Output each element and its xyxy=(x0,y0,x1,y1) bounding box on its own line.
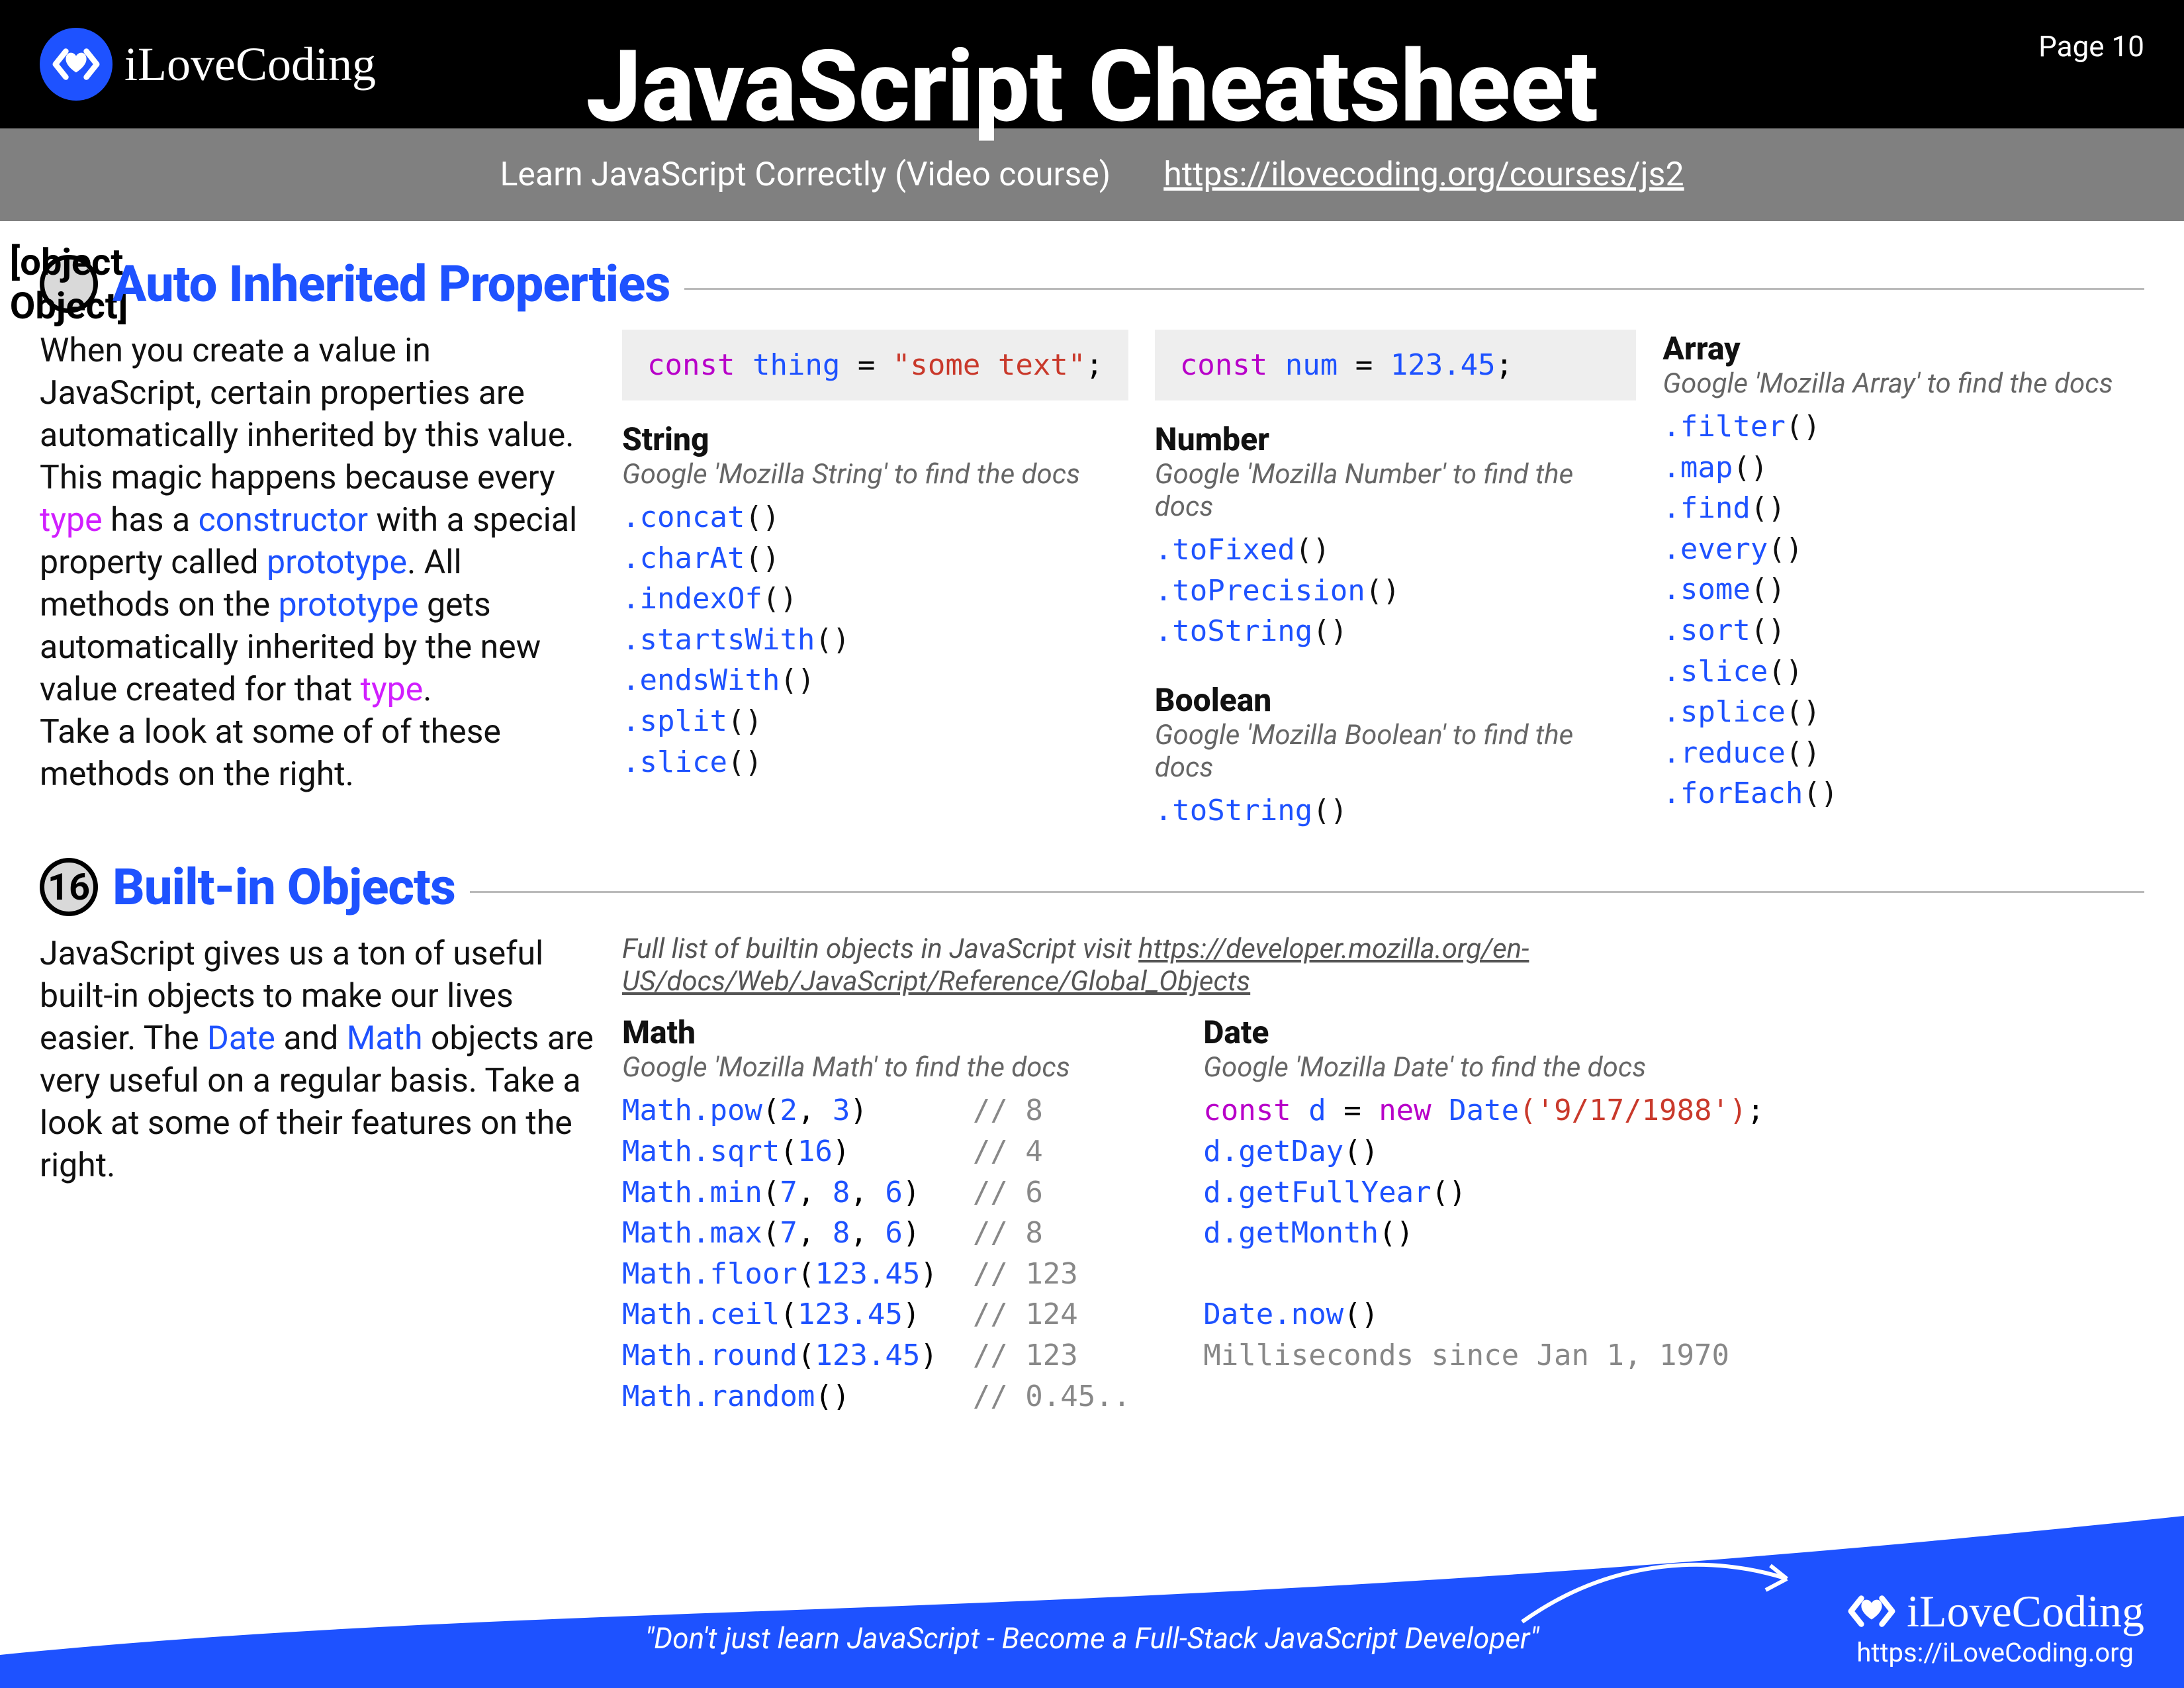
math-heading: Math xyxy=(622,1013,1130,1051)
section-16: 16 Built-in Objects JavaScript gives us … xyxy=(40,857,2144,1417)
course-link[interactable]: https://ilovecoding.org/courses/js2 xyxy=(1163,156,1684,194)
number-boolean-column: const num = 123.45; Number Google 'Mozil… xyxy=(1155,330,1637,831)
logo-icon xyxy=(40,28,113,101)
section-15-intro: When you create a value in JavaScript, c… xyxy=(40,330,596,831)
section-rule-16 xyxy=(470,891,2144,893)
footer-brand: iLoveCoding https://iLoveCoding.org xyxy=(1846,1585,2144,1668)
boolean-subheading: Google 'Mozilla Boolean' to find the doc… xyxy=(1155,719,1637,784)
logo-icon-footer xyxy=(1846,1585,1897,1637)
header-bar: iLoveCoding JavaScript Cheatsheet Page 1… xyxy=(0,0,2184,128)
boolean-heading: Boolean xyxy=(1155,681,1637,719)
footer-tagline: "Don't just learn JavaScript - Become a … xyxy=(645,1621,1539,1656)
keyword-constructor: constructor xyxy=(199,501,368,539)
math-column: Math Google 'Mozilla Math' to find the d… xyxy=(622,1013,1130,1417)
string-methods: .concat().charAt().indexOf().startsWith(… xyxy=(622,497,1128,782)
brand-name: iLoveCoding xyxy=(124,40,376,88)
content-area: [object Object] Auto Inherited Propertie… xyxy=(0,221,2184,1417)
array-column: Array Google 'Mozilla Array' to find the… xyxy=(1662,330,2144,831)
page-title: JavaScript Cheatsheet xyxy=(586,37,1598,136)
boolean-methods: .toString() xyxy=(1155,790,1637,831)
section-rule xyxy=(684,288,2144,290)
page-number: Page 10 xyxy=(2038,29,2144,64)
array-methods: .filter().map().find().every().some().so… xyxy=(1662,406,2144,814)
number-code-sample: const num = 123.45; xyxy=(1155,330,1637,400)
keyword-date: Date xyxy=(207,1019,275,1058)
section-15-header: [object Object] Auto Inherited Propertie… xyxy=(40,254,2144,314)
date-column: Date Google 'Mozilla Date' to find the d… xyxy=(1203,1013,1764,1417)
keyword-prototype: prototype xyxy=(267,543,407,582)
brand-lockup: iLoveCoding xyxy=(40,28,376,101)
section-16-body: JavaScript gives us a ton of useful buil… xyxy=(40,933,2144,1417)
number-methods: .toFixed().toPrecision().toString() xyxy=(1155,530,1637,652)
date-heading: Date xyxy=(1203,1013,1764,1051)
section-16-intro: JavaScript gives us a ton of useful buil… xyxy=(40,933,596,1417)
keyword-type: type xyxy=(40,501,103,539)
section-16-right: Full list of builtin objects in JavaScri… xyxy=(622,933,2144,1417)
builtin-full-list-note: Full list of builtin objects in JavaScri… xyxy=(622,933,2144,998)
footer-brand-name: iLoveCoding xyxy=(1907,1589,2144,1634)
array-subheading: Google 'Mozilla Array' to find the docs xyxy=(1662,367,2144,400)
date-subheading: Google 'Mozilla Date' to find the docs xyxy=(1203,1051,1764,1084)
section-15-title: Auto Inherited Properties xyxy=(113,254,670,314)
math-code-lines: Math.pow(2, 3) // 8 Math.sqrt(16) // 4 M… xyxy=(622,1090,1130,1417)
section-15-columns: const thing = "some text"; String Google… xyxy=(622,330,2144,831)
footer: "Don't just learn JavaScript - Become a … xyxy=(0,1516,2184,1688)
section-number-badge-16: 16 xyxy=(40,858,98,916)
math-subheading: Google 'Mozilla Math' to find the docs xyxy=(622,1051,1130,1084)
keyword-type-2: type xyxy=(361,671,424,709)
string-column: const thing = "some text"; String Google… xyxy=(622,330,1128,831)
string-code-sample: const thing = "some text"; xyxy=(622,330,1128,400)
keyword-prototype-2: prototype xyxy=(279,586,419,624)
section-16-header: 16 Built-in Objects xyxy=(40,857,2144,917)
footer-url[interactable]: https://iLoveCoding.org xyxy=(1856,1637,2133,1668)
date-code-lines: const d = new Date('9/17/1988'); d.getDa… xyxy=(1203,1090,1764,1376)
section-number-badge: [object Object] xyxy=(40,255,98,313)
string-heading: String xyxy=(622,420,1128,458)
course-label: Learn JavaScript Correctly (Video course… xyxy=(500,156,1111,194)
section-15-body: When you create a value in JavaScript, c… xyxy=(40,330,2144,831)
string-subheading: Google 'Mozilla String' to find the docs xyxy=(622,458,1128,491)
array-heading: Array xyxy=(1662,330,2144,367)
number-subheading: Google 'Mozilla Number' to find the docs xyxy=(1155,458,1637,523)
number-heading: Number xyxy=(1155,420,1637,458)
section-16-title: Built-in Objects xyxy=(113,857,455,917)
keyword-math: Math xyxy=(347,1019,423,1058)
